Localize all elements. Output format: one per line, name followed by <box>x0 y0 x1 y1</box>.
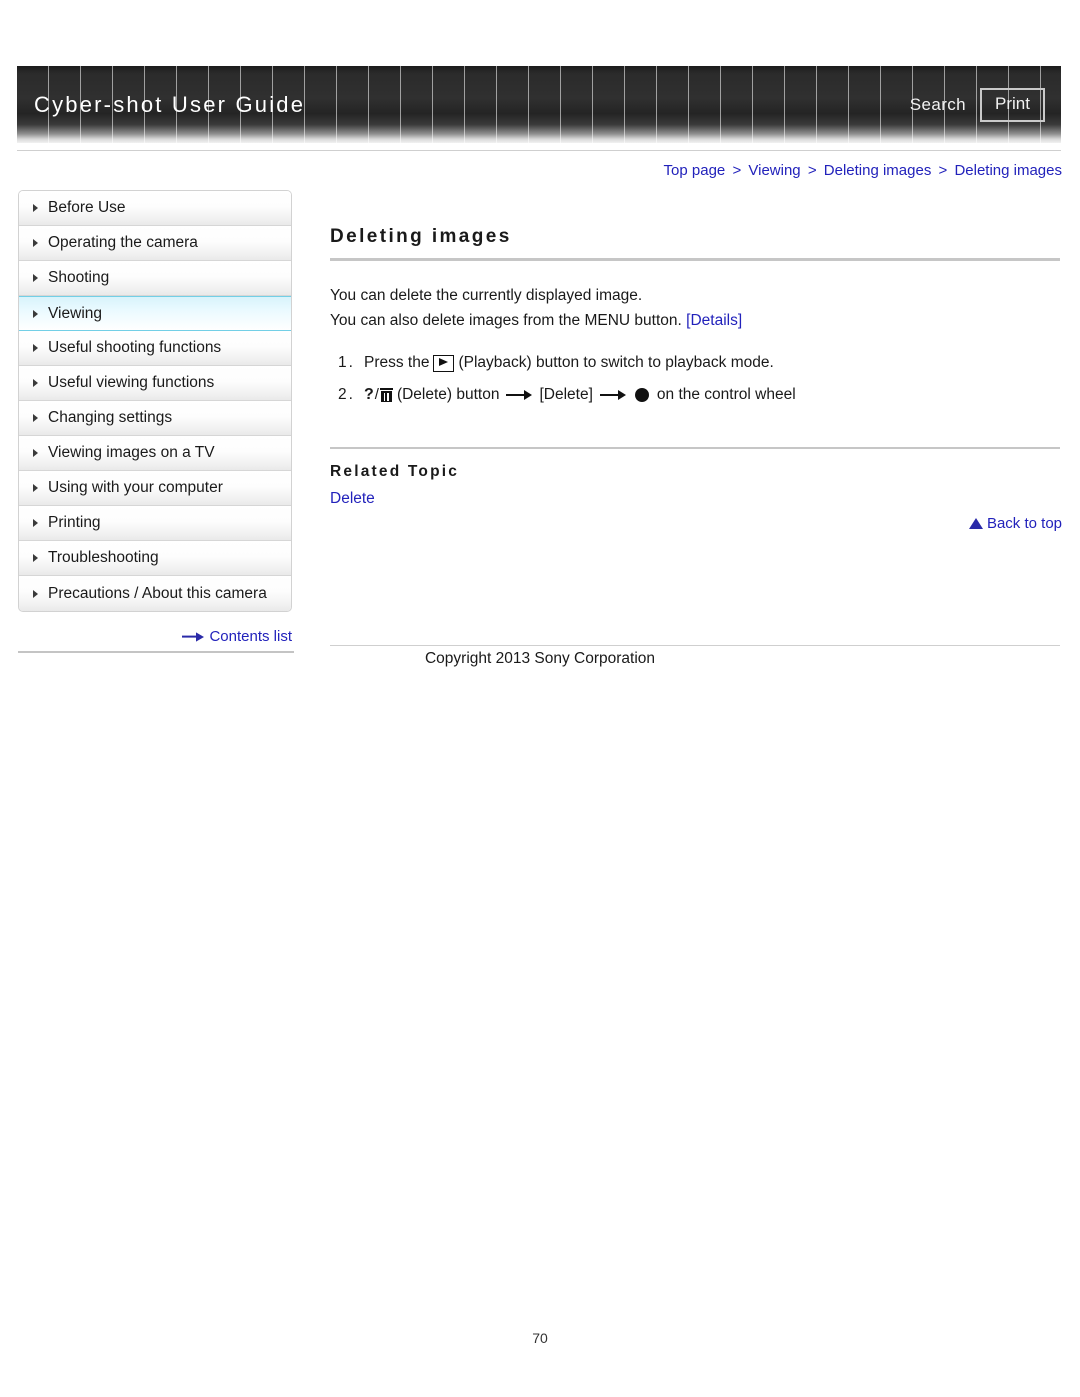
sidebar-item-useful-shooting-functions[interactable]: Useful shooting functions <box>19 331 291 366</box>
intro-paragraph-1: You can delete the currently displayed i… <box>330 287 643 304</box>
sidebar-item-label: Viewing <box>48 304 103 322</box>
step-number: 1. <box>338 354 355 371</box>
main-content: Deleting images You can delete the curre… <box>330 226 1060 508</box>
step-1-text-before: Press the <box>364 354 430 371</box>
sidebar-item-label: Printing <box>48 514 101 531</box>
triangle-up-icon <box>968 518 983 529</box>
step-2-label-2: [Delete] <box>539 386 593 403</box>
chevron-right-icon <box>33 274 38 282</box>
chevron-right-icon <box>33 519 38 527</box>
details-link[interactable]: [Details] <box>686 312 742 329</box>
steps-list: 1. Press the (Playback) button to switch… <box>330 347 1060 411</box>
question-trash-icon: ? / <box>364 379 393 411</box>
step-1-text-after: (Playback) button to switch to playback … <box>458 354 774 371</box>
site-title: Cyber-shot User Guide <box>34 91 306 117</box>
sidebar-item-useful-viewing-functions[interactable]: Useful viewing functions <box>19 366 291 401</box>
control-wheel-center-dot-icon <box>634 388 649 402</box>
sidebar-item-troubleshooting[interactable]: Troubleshooting <box>19 541 291 576</box>
sidebar-item-label: Changing settings <box>48 409 173 426</box>
header-divider <box>17 150 1061 151</box>
back-to-top-link[interactable]: Back to top <box>968 515 1062 532</box>
header-actions: Search Print <box>910 87 1045 122</box>
sidebar-item-changing-settings[interactable]: Changing settings <box>19 401 291 436</box>
sidebar-item-operating-the-camera[interactable]: Operating the camera <box>19 226 291 261</box>
sidebar-item-using-with-your-computer[interactable]: Using with your computer <box>19 471 291 506</box>
sidebar-item-label: Shooting <box>48 269 110 286</box>
contents-list-label: Contents list <box>209 628 292 645</box>
sidebar-item-label: Using with your computer <box>48 479 223 496</box>
chevron-right-icon <box>33 379 38 387</box>
sidebar-item-label: Precautions / About this camera <box>48 584 267 602</box>
arrow-right-icon <box>506 390 533 401</box>
sidebar-item-label: Operating the camera <box>48 234 198 251</box>
related-topic-link-delete[interactable]: Delete <box>330 490 375 508</box>
step-2-label-3: on the control wheel <box>656 386 796 403</box>
trash-icon <box>379 387 393 403</box>
footer-divider <box>330 645 1060 646</box>
sidebar-item-printing[interactable]: Printing <box>19 506 291 541</box>
sidebar-item-viewing[interactable]: Viewing <box>19 296 291 331</box>
breadcrumb-separator: > <box>938 162 948 179</box>
page-number: 70 <box>532 1330 548 1346</box>
print-button[interactable]: Print <box>980 87 1045 122</box>
sidebar-item-shooting[interactable]: Shooting <box>19 261 291 296</box>
step-2: 2. ? / (Delete) button [Delete] on the co… <box>338 379 1060 411</box>
breadcrumb-item-top-page[interactable]: Top page <box>664 162 726 179</box>
chevron-right-icon <box>33 239 38 247</box>
chevron-right-icon <box>33 449 38 457</box>
sidebar-item-label: Troubleshooting <box>48 549 159 566</box>
chevron-right-icon <box>33 204 38 212</box>
playback-icon <box>433 354 455 372</box>
breadcrumb: Top page > Viewing > Deleting images > D… <box>664 162 1062 179</box>
page-title: Deleting images <box>330 226 512 247</box>
arrow-right-icon <box>599 390 626 401</box>
contents-list-link[interactable]: Contents list <box>18 628 292 646</box>
sidebar-item-label: Useful shooting functions <box>48 339 222 356</box>
sidebar-nav: Before Use Operating the camera Shooting… <box>18 190 292 612</box>
sidebar-item-label: Useful viewing functions <box>48 374 215 391</box>
arrow-right-icon <box>182 629 205 646</box>
step-1: 1. Press the (Playback) button to switch… <box>338 347 1060 379</box>
chevron-right-icon <box>33 484 38 492</box>
back-to-top-label: Back to top <box>986 515 1062 532</box>
breadcrumb-separator: > <box>807 162 817 179</box>
breadcrumb-item-current[interactable]: Deleting images <box>954 162 1062 179</box>
chevron-right-icon <box>33 589 38 598</box>
intro-paragraph-2: You can also delete images from the MENU… <box>330 308 1060 333</box>
chevron-right-icon <box>33 414 38 422</box>
search-link[interactable]: Search <box>910 95 966 115</box>
breadcrumb-item-viewing[interactable]: Viewing <box>748 162 800 179</box>
step-2-label-1: (Delete) button <box>396 386 500 403</box>
breadcrumb-separator: > <box>732 162 742 179</box>
sidebar-item-precautions-about-this-camera[interactable]: Precautions / About this camera <box>19 576 291 611</box>
sidebar-item-before-use[interactable]: Before Use <box>19 191 291 226</box>
sidebar-item-label: Viewing images on a TV <box>48 444 215 461</box>
question-mark-glyph: ? <box>364 386 374 403</box>
slash-glyph: / <box>374 386 379 403</box>
related-topic-heading: Related Topic <box>330 463 460 480</box>
breadcrumb-item-deleting-images[interactable]: Deleting images <box>824 162 932 179</box>
chevron-right-icon <box>33 344 38 352</box>
chevron-right-icon <box>33 309 38 318</box>
site-header: Cyber-shot User Guide Search Print <box>17 66 1061 143</box>
title-divider <box>330 258 1060 261</box>
sidebar-item-label: Before Use <box>48 199 126 216</box>
related-topic-divider <box>330 447 1060 449</box>
intro-paragraph-2-text: You can also delete images from the MENU… <box>330 312 682 329</box>
sidebar-item-viewing-images-on-a-tv[interactable]: Viewing images on a TV <box>19 436 291 471</box>
chevron-right-icon <box>33 554 38 562</box>
sidebar-bottom-divider <box>18 651 294 653</box>
copyright-text: Copyright 2013 Sony Corporation <box>424 650 656 667</box>
step-number: 2. <box>338 386 355 403</box>
